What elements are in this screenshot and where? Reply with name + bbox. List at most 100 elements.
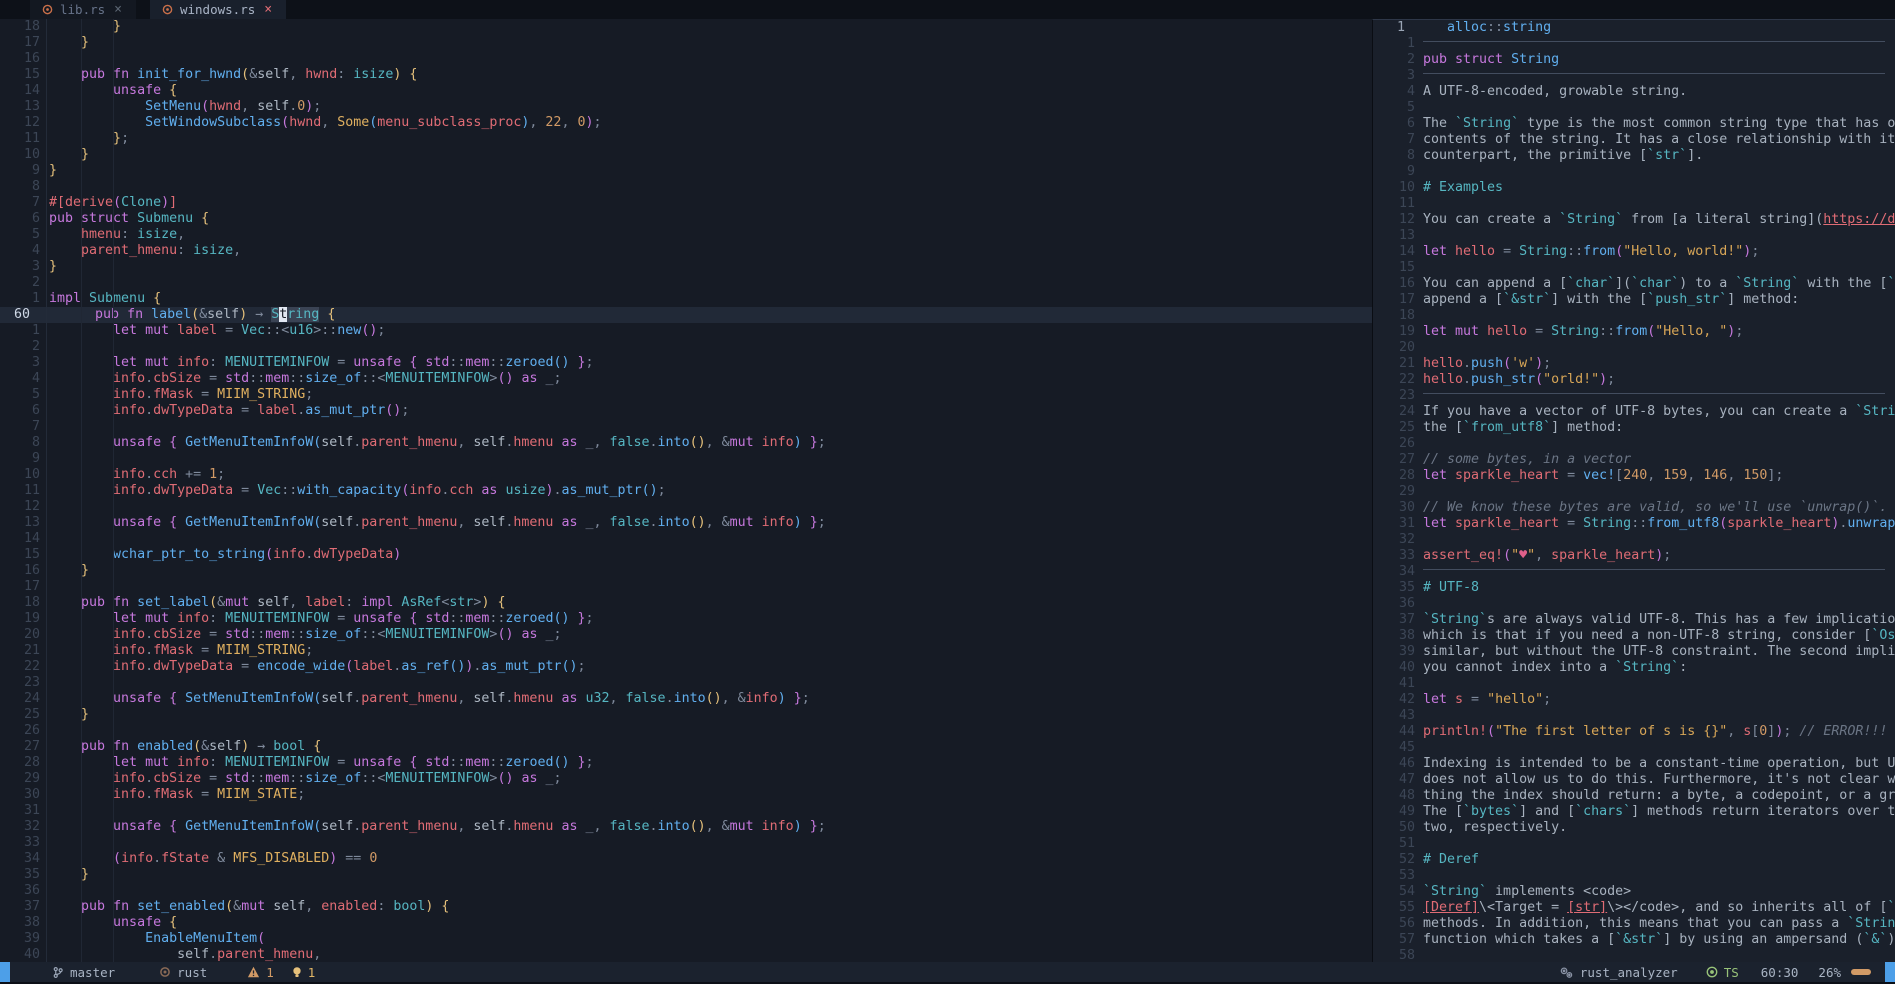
code-line[interactable]: 39 EnableMenuItem(	[0, 931, 1372, 947]
code-line[interactable]: 9}	[0, 163, 1372, 179]
code-line[interactable]: 3}	[0, 259, 1372, 275]
diagnostics-segment[interactable]: 1 1	[247, 965, 315, 980]
code-line[interactable]: 16You can append a [`char`](`char`) to a…	[1373, 276, 1895, 292]
code-line[interactable]: 4 parent_hmenu: isize,	[0, 243, 1372, 259]
code-line[interactable]: 51	[1373, 836, 1895, 852]
code-line[interactable]: 48thing the index should return: a byte,…	[1373, 788, 1895, 804]
code-line[interactable]: 24If you have a vector of UTF-8 bytes, y…	[1373, 404, 1895, 420]
code-line[interactable]: 27// some bytes, in a vector	[1373, 452, 1895, 468]
code-line[interactable]: 16	[0, 51, 1372, 67]
code-line[interactable]: 49The [`bytes`] and [`chars`] methods re…	[1373, 804, 1895, 820]
code-line[interactable]: 5	[1373, 100, 1895, 116]
code-line[interactable]: 32	[1373, 532, 1895, 548]
code-line[interactable]: 58	[1373, 948, 1895, 962]
code-line[interactable]: 33	[0, 835, 1372, 851]
toolchain-segment[interactable]: rust	[159, 965, 207, 980]
code-line[interactable]: 12You can create a `String` from [a lite…	[1373, 212, 1895, 228]
code-line[interactable]: 6 info.dwTypeData = label.as_mut_ptr();	[0, 403, 1372, 419]
code-line[interactable]: 3	[1373, 68, 1895, 84]
code-line[interactable]: 4 info.cbSize = std::mem::size_of::<MENU…	[0, 371, 1372, 387]
code-line[interactable]: 15 wchar_ptr_to_string(info.dwTypeData)	[0, 547, 1372, 563]
code-line[interactable]: 53	[1373, 868, 1895, 884]
code-line[interactable]: 34	[1373, 564, 1895, 580]
code-line[interactable]: 26	[1373, 436, 1895, 452]
code-line[interactable]: 2	[0, 339, 1372, 355]
code-line[interactable]: 22 info.dwTypeData = encode_wide(label.a…	[0, 659, 1372, 675]
code-line[interactable]: 60 pub fn label(&self) → String {	[0, 307, 1372, 323]
code-line[interactable]: 18	[1373, 308, 1895, 324]
code-line[interactable]: 11 info.dwTypeData = Vec::with_capacity(…	[0, 483, 1372, 499]
tab-windowsrs[interactable]: windows.rs ×	[150, 0, 286, 19]
code-line[interactable]: 36	[1373, 596, 1895, 612]
code-line[interactable]: 55[Deref]\<Target = [str]\></code>, and …	[1373, 900, 1895, 916]
code-line[interactable]: 25 }	[0, 707, 1372, 723]
code-line[interactable]: 12 SetWindowSubclass(hwnd, Some(menu_sub…	[0, 115, 1372, 131]
code-line[interactable]: 17	[0, 579, 1372, 595]
code-line[interactable]: 13 unsafe { GetMenuItemInfoW(self.parent…	[0, 515, 1372, 531]
code-line[interactable]: 20	[1373, 340, 1895, 356]
docs-pane[interactable]: 1alloc::string12pub struct String34A UTF…	[1372, 19, 1895, 962]
code-line[interactable]: 15	[1373, 260, 1895, 276]
code-line[interactable]: 31let sparkle_heart = String::from_utf8(…	[1373, 516, 1895, 532]
code-line[interactable]: 44println!("The first letter of s is {}"…	[1373, 724, 1895, 740]
code-line[interactable]: 14	[0, 531, 1372, 547]
code-line[interactable]: 11 };	[0, 131, 1372, 147]
code-line[interactable]: 41	[1373, 676, 1895, 692]
git-branch-segment[interactable]: master	[52, 965, 115, 980]
code-line[interactable]: 1	[1373, 36, 1895, 52]
code-line[interactable]: 15 pub fn init_for_hwnd(&self, hwnd: isi…	[0, 67, 1372, 83]
code-line[interactable]: 27 pub fn enabled(&self) → bool {	[0, 739, 1372, 755]
tab-librs[interactable]: lib.rs ×	[30, 0, 136, 19]
code-line[interactable]: 35# UTF-8	[1373, 580, 1895, 596]
code-line[interactable]: 30// We know these bytes are valid, so w…	[1373, 500, 1895, 516]
code-line[interactable]: 20 info.cbSize = std::mem::size_of::<MEN…	[0, 627, 1372, 643]
code-line[interactable]: 47does not allow us to do this. Furtherm…	[1373, 772, 1895, 788]
code-line[interactable]: 5 info.fMask = MIIM_STRING;	[0, 387, 1372, 403]
code-line[interactable]: 38 unsafe {	[0, 915, 1372, 931]
code-line[interactable]: 6The `String` type is the most common st…	[1373, 116, 1895, 132]
code-line[interactable]: 28let sparkle_heart = vec![240, 159, 146…	[1373, 468, 1895, 484]
code-line[interactable]: 45	[1373, 740, 1895, 756]
code-line[interactable]: 1impl Submenu {	[0, 291, 1372, 307]
code-line[interactable]: 50two, respectively.	[1373, 820, 1895, 836]
code-line[interactable]: 4A UTF-8-encoded, growable string.	[1373, 84, 1895, 100]
code-line[interactable]: 7#[derive(Clone)]	[0, 195, 1372, 211]
code-line[interactable]: 39similar, but without the UTF-8 constra…	[1373, 644, 1895, 660]
code-line[interactable]: 30 info.fMask = MIIM_STATE;	[0, 787, 1372, 803]
code-editor-pane[interactable]: 18 }17 }1615 pub fn init_for_hwnd(&self,…	[0, 19, 1372, 962]
code-line[interactable]: 46Indexing is intended to be a constant-…	[1373, 756, 1895, 772]
code-line[interactable]: 43	[1373, 708, 1895, 724]
code-line[interactable]: 52# Deref	[1373, 852, 1895, 868]
treesitter-segment[interactable]: TS	[1706, 965, 1739, 980]
code-line[interactable]: 33assert_eq!("♥", sparkle_heart);	[1373, 548, 1895, 564]
close-icon[interactable]: ×	[112, 2, 124, 17]
code-line[interactable]: 28 let mut info: MENUITEMINFOW = unsafe …	[0, 755, 1372, 771]
code-line[interactable]: 13 SetMenu(hwnd, self.0);	[0, 99, 1372, 115]
code-line[interactable]: 21hello.push('w');	[1373, 356, 1895, 372]
code-line[interactable]: 56methods. In addition, this means that …	[1373, 916, 1895, 932]
code-line[interactable]: 37 pub fn set_enabled(&mut self, enabled…	[0, 899, 1372, 915]
close-icon[interactable]: ×	[262, 2, 274, 17]
code-line[interactable]: 29	[1373, 484, 1895, 500]
code-line[interactable]: 8 unsafe { GetMenuItemInfoW(self.parent_…	[0, 435, 1372, 451]
code-line[interactable]: 6pub struct Submenu {	[0, 211, 1372, 227]
code-line[interactable]: 38which is that if you need a non-UTF-8 …	[1373, 628, 1895, 644]
code-line[interactable]: 29 info.cbSize = std::mem::size_of::<MEN…	[0, 771, 1372, 787]
code-line[interactable]: 21 info.fMask = MIIM_STRING;	[0, 643, 1372, 659]
code-line[interactable]: 10# Examples	[1373, 180, 1895, 196]
code-line[interactable]: 7	[0, 419, 1372, 435]
code-line[interactable]: 36	[0, 883, 1372, 899]
code-line[interactable]: 18 }	[0, 19, 1372, 35]
code-line[interactable]: 17append a [`&str`] with the [`push_str`…	[1373, 292, 1895, 308]
code-line[interactable]: 24 unsafe { SetMenuItemInfoW(self.parent…	[0, 691, 1372, 707]
code-line[interactable]: 25the [`from_utf8`] method:	[1373, 420, 1895, 436]
code-line[interactable]: 19 let mut info: MENUITEMINFOW = unsafe …	[0, 611, 1372, 627]
code-line[interactable]: 31	[0, 803, 1372, 819]
code-line[interactable]: 26	[0, 723, 1372, 739]
code-line[interactable]: 54`String` implements <code>	[1373, 884, 1895, 900]
code-line[interactable]: 2	[0, 275, 1372, 291]
code-line[interactable]: 57function which takes a [`&str`] by usi…	[1373, 932, 1895, 948]
code-line[interactable]: 19let mut hello = String::from("Hello, "…	[1373, 324, 1895, 340]
code-line[interactable]: 16 }	[0, 563, 1372, 579]
code-line[interactable]: 12	[0, 499, 1372, 515]
